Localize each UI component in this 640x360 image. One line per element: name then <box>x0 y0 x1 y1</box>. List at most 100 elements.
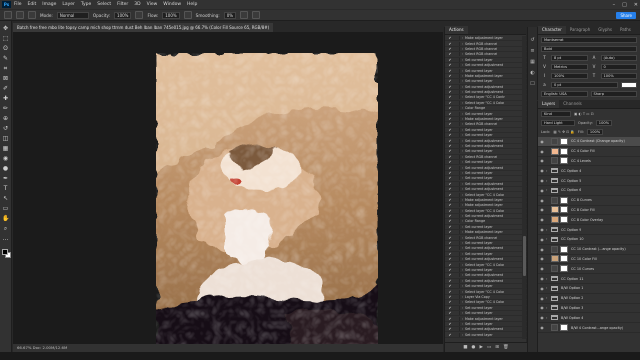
visibility-eye-icon[interactable]: ◉ <box>538 178 546 183</box>
horizontal-scale-input[interactable]: 100% <box>600 72 637 79</box>
filter-icons[interactable]: ▣ ◐ T ▭ ⊡ <box>574 112 594 116</box>
tab-layers[interactable]: Layers <box>538 100 560 108</box>
smoothing-input[interactable]: 0% <box>223 11 237 19</box>
layer-row[interactable]: ◉ CC 4 Color Fill <box>538 147 640 157</box>
adjustment-layer-icon[interactable] <box>551 157 558 165</box>
checkmark-icon[interactable]: ✔ <box>445 236 455 240</box>
layer-mask-thumbnail[interactable] <box>560 206 568 214</box>
visibility-eye-icon[interactable]: ◉ <box>538 315 546 320</box>
layer-name[interactable]: B/W Option 3 <box>561 306 583 310</box>
checkmark-icon[interactable]: ✔ <box>445 193 455 197</box>
layer-name[interactable]: B/W Option 1 <box>561 286 583 290</box>
layer-row[interactable]: ◉ › B/W Option 2 <box>538 294 640 304</box>
clone-stamp-icon[interactable]: ⊕ <box>2 115 9 122</box>
layer-mask-thumbnail[interactable] <box>560 324 568 332</box>
layer-row[interactable]: ◉ CC 10 Curves <box>538 264 640 275</box>
checkmark-icon[interactable]: ✔ <box>445 128 455 132</box>
layer-mask-thumbnail[interactable] <box>560 255 568 263</box>
layer-row[interactable]: ◉ CC 4 Levels <box>538 157 640 167</box>
layer-thumbnail[interactable] <box>551 147 559 155</box>
document-tab[interactable]: Batch free free mbo lite topsy camp mich… <box>13 23 274 32</box>
layer-opacity-input[interactable]: 100% <box>595 119 613 126</box>
rectangle-icon[interactable]: ▭ <box>2 205 9 212</box>
photoshop-logo-icon[interactable]: Ps <box>2 1 11 8</box>
checkmark-icon[interactable]: ✔ <box>445 284 455 288</box>
new-set-icon[interactable]: ▭ <box>487 345 491 350</box>
scrollbar-thumb[interactable] <box>522 236 526 276</box>
new-action-icon[interactable]: ⊞ <box>495 345 499 350</box>
menu-type[interactable]: Type <box>81 2 91 7</box>
visibility-eye-icon[interactable]: ◉ <box>538 207 546 212</box>
foreground-color[interactable] <box>1 249 8 255</box>
checkmark-icon[interactable]: ✔ <box>445 47 455 51</box>
visibility-eye-icon[interactable]: ◉ <box>538 237 546 242</box>
checkmark-icon[interactable]: ✔ <box>445 322 455 326</box>
visibility-eye-icon[interactable]: ◉ <box>538 305 546 310</box>
path-select-icon[interactable]: ↖ <box>2 195 9 202</box>
brush-settings-icon[interactable] <box>28 11 36 19</box>
adjustment-layer-icon[interactable] <box>551 265 558 273</box>
visibility-eye-icon[interactable]: ◉ <box>538 188 546 193</box>
checkmark-icon[interactable]: ✔ <box>445 117 455 121</box>
menu-help[interactable]: Help <box>187 2 197 7</box>
layer-row[interactable]: ◉ › CC Option 11 <box>538 274 640 284</box>
layer-row[interactable]: ◉ CC 8 Color Overlay <box>538 215 640 226</box>
layers-list[interactable]: ◉ CC 4 Contrast (Change opacity) ◉ CC 4 Col… <box>538 137 640 352</box>
font-style-select[interactable]: Bold <box>541 45 637 52</box>
checkmark-icon[interactable]: ✔ <box>445 198 455 202</box>
type-icon[interactable]: T <box>2 185 9 192</box>
layer-name[interactable]: CC 4 Contrast (Change opacity) <box>571 139 625 143</box>
layer-name[interactable]: CC Option 11 <box>561 277 584 281</box>
layer-row[interactable]: ◉ CC 4 Contrast (Change opacity) <box>538 137 640 147</box>
layer-row[interactable]: ◉ › B/W Option 4 <box>538 313 640 324</box>
visibility-eye-icon[interactable]: ◉ <box>538 256 546 261</box>
checkmark-icon[interactable]: ✔ <box>445 279 455 283</box>
history-icon[interactable]: ↺ <box>530 37 536 43</box>
eyedropper-icon[interactable]: ✐ <box>2 85 9 92</box>
airbrush-icon[interactable] <box>183 11 192 19</box>
layer-thumbnail[interactable] <box>551 206 559 214</box>
brush-preset-icon[interactable] <box>16 11 24 19</box>
actions-scrollbar[interactable] <box>522 36 526 339</box>
layer-name[interactable]: CC 4 Levels <box>571 159 591 163</box>
libraries-icon[interactable]: ☐ <box>530 81 536 87</box>
checkmark-icon[interactable]: ✔ <box>445 95 455 99</box>
tab-paths[interactable]: Paths <box>616 26 635 34</box>
checkmark-icon[interactable]: ✔ <box>445 263 455 267</box>
layer-row[interactable]: ◉ CC 10 Color Fill <box>538 255 640 265</box>
move-icon[interactable]: ✥ <box>2 25 9 32</box>
blend-mode-select[interactable]: Hard Light <box>541 119 575 126</box>
layer-mask-thumbnail[interactable] <box>560 265 568 273</box>
checkmark-icon[interactable]: ✔ <box>445 327 455 331</box>
gear-icon[interactable] <box>240 11 249 19</box>
layer-mask-thumbnail[interactable] <box>560 137 568 145</box>
antialias-select[interactable]: Sharp <box>590 90 637 97</box>
layer-name[interactable]: CC Option 9 <box>561 228 581 232</box>
frame-icon[interactable]: ⊠ <box>2 75 9 82</box>
checkmark-icon[interactable]: ✔ <box>445 155 455 159</box>
checkmark-icon[interactable]: ✔ <box>445 149 455 153</box>
tab-channels[interactable]: Channels <box>559 100 586 108</box>
tab-character[interactable]: Character <box>538 26 566 34</box>
adjustment-layer-icon[interactable] <box>551 196 558 204</box>
layer-name[interactable]: CC 8 Color Overlay <box>571 218 603 222</box>
crop-icon[interactable]: ⌗ <box>2 65 9 72</box>
layer-name[interactable]: B/W Option 2 <box>561 296 583 300</box>
adjustment-layer-icon[interactable] <box>551 245 558 253</box>
checkmark-icon[interactable]: ✔ <box>445 246 455 250</box>
checkmark-icon[interactable]: ✔ <box>445 225 455 229</box>
checkmark-icon[interactable]: ✔ <box>445 182 455 186</box>
gradient-icon[interactable]: ▦ <box>2 145 9 152</box>
layer-filter-select[interactable]: Kind <box>541 110 571 117</box>
lasso-icon[interactable]: ʘ <box>2 45 9 52</box>
checkmark-icon[interactable]: ✔ <box>445 300 455 304</box>
checkmark-icon[interactable]: ✔ <box>445 257 455 261</box>
checkmark-icon[interactable]: ✔ <box>445 133 455 137</box>
layer-mask-thumbnail[interactable] <box>560 157 568 165</box>
checkmark-icon[interactable]: ✔ <box>445 176 455 180</box>
layer-name[interactable]: CC 8 Curves <box>571 198 592 202</box>
trash-icon[interactable]: 🗑 <box>503 345 509 350</box>
action-row[interactable]: ✔ › Set current layer <box>445 332 527 338</box>
zoom-icon[interactable]: ⌕ <box>2 225 9 232</box>
layer-name[interactable]: CC Option 5 <box>561 179 581 183</box>
